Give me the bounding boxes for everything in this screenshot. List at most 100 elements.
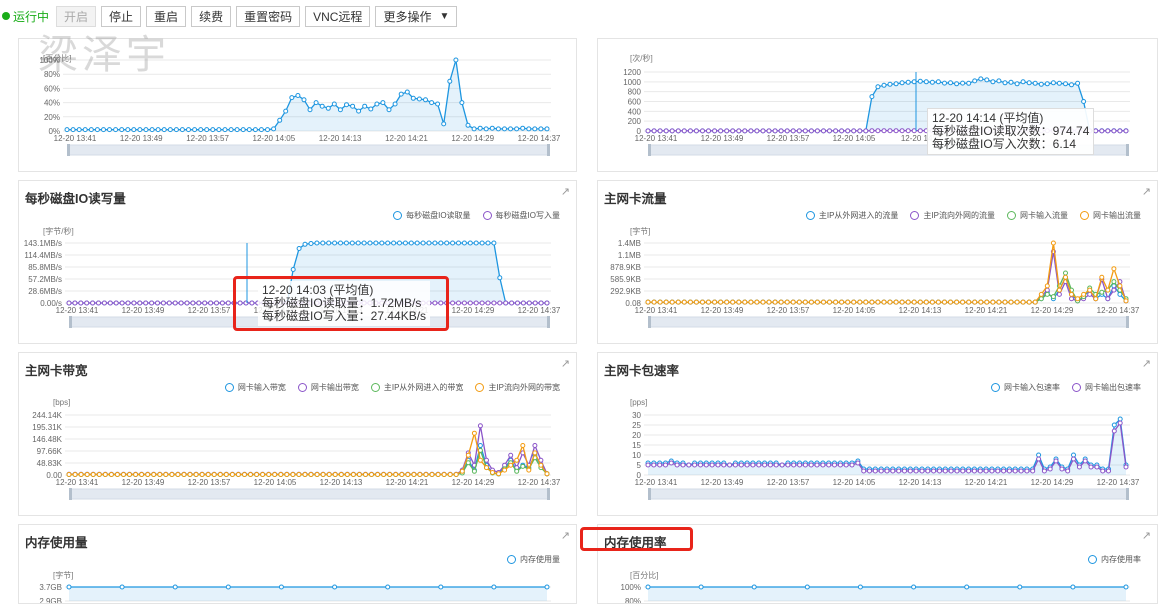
data-point [114, 472, 120, 477]
data-point [821, 299, 826, 305]
data-point [435, 101, 441, 107]
data-point [392, 101, 398, 107]
data-point [66, 472, 72, 477]
data-point [387, 472, 393, 477]
data-point [320, 240, 326, 246]
data-point [1056, 80, 1062, 86]
data-point [796, 128, 802, 134]
x-tick-label: 12-20 13:57 [188, 306, 231, 315]
data-point [344, 472, 350, 477]
x-tick-label: 12-20 14:13 [899, 478, 942, 487]
data-point [1020, 79, 1026, 85]
data-point [82, 127, 88, 133]
vnc-button[interactable]: VNC远程 [305, 5, 371, 27]
data-point [96, 300, 101, 306]
data-point [290, 267, 296, 272]
data-point [225, 300, 231, 306]
data-point [155, 300, 160, 306]
data-point [706, 299, 711, 305]
data-point [495, 126, 501, 132]
renew-button[interactable]: 续费 [191, 5, 232, 27]
data-point [307, 107, 313, 113]
data-point [814, 128, 820, 134]
data-point [767, 462, 773, 468]
data-point [190, 300, 196, 306]
data-point [544, 126, 550, 132]
data-point [905, 79, 911, 85]
data-point [698, 584, 704, 590]
data-point [748, 299, 754, 305]
data-point [222, 127, 228, 133]
data-point [78, 472, 84, 477]
data-point [1038, 291, 1044, 297]
y-tick-label: 60% [44, 84, 60, 93]
nic-bandwidth-panel: 主网卡带宽 ↗ 网卡输入带宽 网卡输出带宽 主IP从外网进入的带宽 主IP流向外… [18, 352, 577, 516]
data-point [66, 584, 72, 590]
data-point [96, 472, 102, 477]
data-point [833, 128, 839, 134]
data-point [101, 300, 107, 306]
data-point [1063, 81, 1068, 87]
x-tick-label: 12-20 14:05 [253, 134, 296, 143]
data-point [893, 299, 899, 305]
data-point [948, 468, 954, 474]
data-point [989, 468, 995, 474]
data-point [520, 125, 526, 131]
data-point [343, 240, 349, 246]
data-point [1123, 298, 1129, 304]
data-point [349, 240, 355, 246]
data-point [808, 462, 814, 468]
zoom-handle [1126, 488, 1129, 500]
data-point [277, 117, 283, 123]
toolbar: 运行中 开启 停止 重启 续费 重置密码 VNC远程 更多操作 ▼ [0, 0, 1158, 32]
data-point [960, 80, 966, 86]
data-point [143, 300, 149, 306]
data-point [456, 240, 461, 246]
data-point [414, 240, 420, 246]
data-point [503, 300, 509, 306]
data-point [497, 275, 503, 281]
chevron-down-icon: ▼ [439, 10, 450, 22]
data-point [332, 584, 338, 590]
zoom-handle [648, 144, 651, 156]
data-point [319, 103, 325, 109]
data-point [875, 128, 881, 134]
data-point [290, 472, 296, 477]
nic-flow-panel: 主网卡流量 ↗ 主IP从外网进入的流量 主IP流向外网的流量 网卡输入流量 网卡… [597, 180, 1158, 344]
data-point [467, 240, 473, 246]
more-actions-dropdown[interactable]: 更多操作 ▼ [375, 5, 458, 27]
data-point [538, 462, 544, 468]
data-point [1017, 584, 1023, 590]
data-point [374, 101, 380, 107]
data-point [1093, 296, 1099, 302]
data-point [485, 240, 491, 246]
data-point [514, 457, 520, 463]
data-point [911, 299, 917, 305]
data-point [199, 472, 205, 477]
y-tick-label: 85.8MB/s [28, 263, 62, 272]
data-point [289, 95, 295, 101]
y-tick-label: 1.1MB [618, 251, 641, 260]
data-point [380, 100, 386, 106]
memory-used-panel: 内存使用量 ↗ 内存使用量 [字节] 3.7GB 2.9GB [18, 524, 577, 604]
data-point [107, 300, 113, 306]
data-point [887, 81, 893, 87]
y-tick-label: 244.14K [32, 411, 62, 420]
data-point [686, 462, 692, 468]
data-point [429, 472, 435, 477]
reset-password-button[interactable]: 重置密码 [236, 5, 301, 27]
series-area [648, 587, 1126, 601]
data-point [645, 584, 651, 590]
data-point [108, 472, 114, 477]
data-point [363, 472, 368, 477]
data-point [869, 94, 875, 100]
data-point [802, 128, 808, 134]
data-point [996, 78, 1002, 84]
data-point [960, 468, 966, 474]
data-point [1044, 81, 1050, 87]
x-tick-label: 12-20 13:41 [635, 478, 678, 487]
data-point [278, 584, 284, 590]
x-tick-label: 12-20 13:57 [767, 306, 810, 315]
data-point [166, 300, 172, 306]
data-point [70, 127, 76, 133]
